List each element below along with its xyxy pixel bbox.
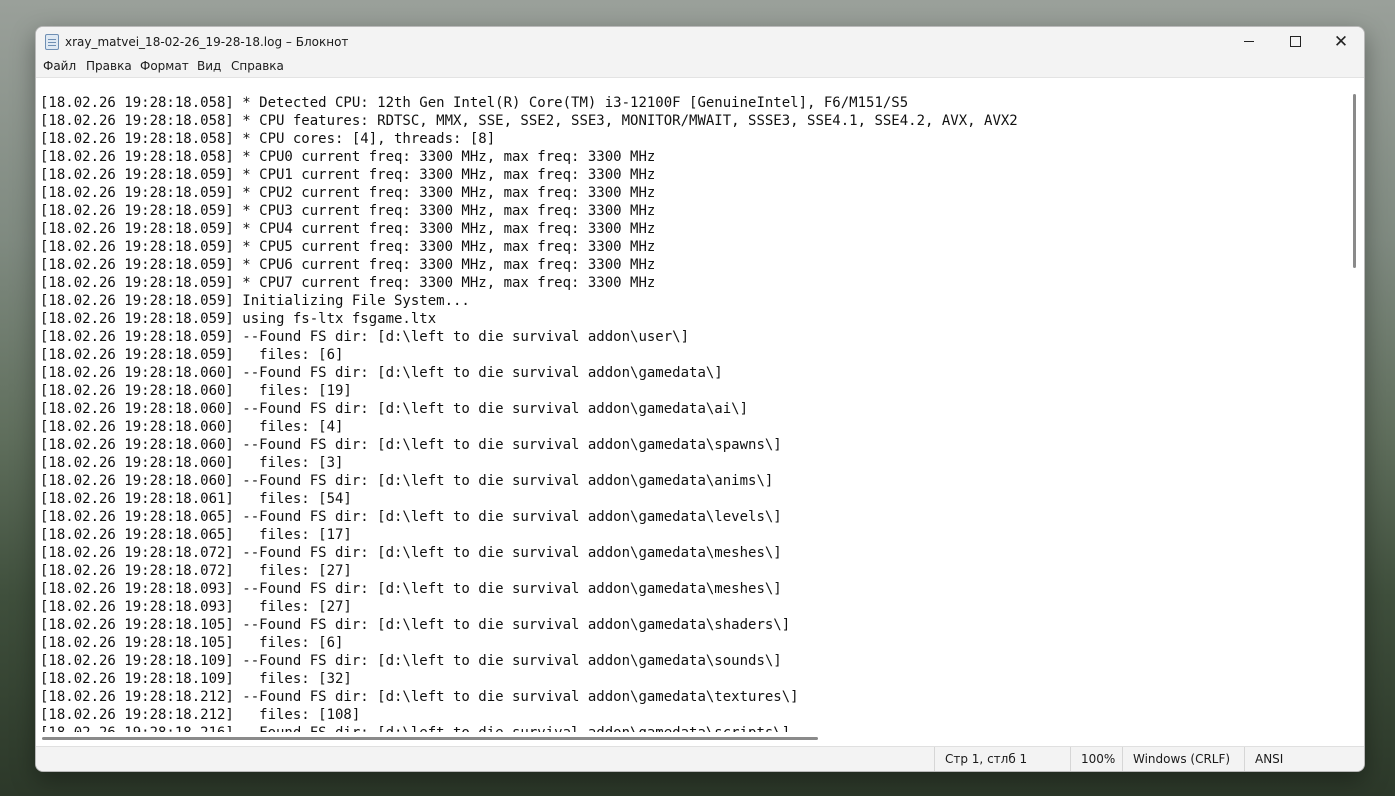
zoom-level: 100% [1070,747,1122,771]
menu-edit[interactable]: Правка [85,59,133,73]
log-line: [18.02.26 19:28:18.058] * Detected CPU: … [40,95,909,111]
close-icon: ✕ [1333,32,1349,52]
window-title: xray_matvei_18-02-26_19-28-18.log – Блок… [65,35,349,49]
log-line: [18.02.26 19:28:18.059] * CPU6 current f… [40,257,656,273]
horizontal-scroll-thumb[interactable] [42,737,818,740]
log-line: [18.02.26 19:28:18.059] * CPU7 current f… [40,275,656,291]
minimize-button[interactable] [1226,27,1272,57]
log-line: [18.02.26 19:28:18.060] --Found FS dir: … [40,473,774,489]
menu-format[interactable]: Формат [139,59,190,73]
notepad-icon [45,34,59,50]
log-line: [18.02.26 19:28:18.059] * CPU3 current f… [40,203,656,219]
log-line: [18.02.26 19:28:18.061] files: [54] [40,491,352,507]
maximize-button[interactable] [1272,27,1318,57]
log-line: [18.02.26 19:28:18.060] --Found FS dir: … [40,365,723,381]
log-line: [18.02.26 19:28:18.072] --Found FS dir: … [40,545,782,561]
log-line: [18.02.26 19:28:18.059] * CPU4 current f… [40,221,656,237]
log-line: [18.02.26 19:28:18.059] * CPU2 current f… [40,185,656,201]
log-line: [18.02.26 19:28:18.065] --Found FS dir: … [40,509,782,525]
title-bar[interactable]: xray_matvei_18-02-26_19-28-18.log – Блок… [36,27,1364,57]
log-line: [18.02.26 19:28:18.059] * CPU1 current f… [40,167,656,183]
menu-help[interactable]: Справка [230,59,285,73]
minimize-icon [1244,40,1254,42]
close-button[interactable]: ✕ [1318,27,1364,57]
log-line: [18.02.26 19:28:18.093] --Found FS dir: … [40,581,782,597]
menu-bar: Файл Правка Формат Вид Справка [36,57,1364,78]
log-line: [18.02.26 19:28:18.105] --Found FS dir: … [40,617,791,633]
encoding: ANSI [1244,747,1364,771]
log-line: [18.02.26 19:28:18.059] Initializing Fil… [40,293,470,309]
log-line: [18.02.26 19:28:18.216] --Found FS dir: … [40,724,1018,732]
vertical-scrollbar[interactable] [1347,78,1364,732]
menu-file[interactable]: Файл [42,59,77,73]
log-line: [18.02.26 19:28:18.059] files: [6] [40,347,344,363]
log-line: [18.02.26 19:28:18.060] --Found FS dir: … [40,401,749,417]
menu-view[interactable]: Вид [196,59,222,73]
log-line: [18.02.26 19:28:18.058] * CPU0 current f… [40,149,656,165]
log-line: [18.02.26 19:28:18.072] files: [27] [40,563,352,579]
log-line: [18.02.26 19:28:18.105] files: [6] [40,635,344,651]
log-line: [18.02.26 19:28:18.060] files: [4] [40,419,344,435]
log-line: [18.02.26 19:28:18.212] --Found FS dir: … [40,689,799,705]
cursor-position: Стр 1, стлб 1 [934,747,1070,771]
line-ending: Windows (CRLF) [1122,747,1244,771]
text-editor[interactable]: [18.02.26 19:28:18.058] * Detected CPU: … [36,78,1347,732]
maximize-icon [1289,35,1301,47]
editor-text[interactable]: [18.02.26 19:28:18.058] * Detected CPU: … [40,94,1018,732]
log-line: [18.02.26 19:28:18.065] files: [17] [40,527,352,543]
notepad-window: xray_matvei_18-02-26_19-28-18.log – Блок… [35,26,1365,772]
log-line: [18.02.26 19:28:18.060] files: [3] [40,455,344,471]
log-line: [18.02.26 19:28:18.058] * CPU cores: [4]… [40,131,496,147]
status-bar: Стр 1, стлб 1 100% Windows (CRLF) ANSI [36,746,1364,771]
log-line: [18.02.26 19:28:18.058] * CPU features: … [40,113,1018,129]
log-line: [18.02.26 19:28:18.060] --Found FS dir: … [40,437,782,453]
log-line: [18.02.26 19:28:18.059] using fs-ltx fsg… [40,311,437,327]
log-line: [18.02.26 19:28:18.109] --Found FS dir: … [40,653,782,669]
log-line: [18.02.26 19:28:18.212] files: [108] [40,707,361,723]
log-line: [18.02.26 19:28:18.093] files: [27] [40,599,352,615]
horizontal-scrollbar[interactable] [36,732,1347,746]
log-line: [18.02.26 19:28:18.059] * CPU5 current f… [40,239,656,255]
scrollbar-corner [1347,732,1364,746]
log-line: [18.02.26 19:28:18.060] files: [19] [40,383,352,399]
log-line: [18.02.26 19:28:18.059] --Found FS dir: … [40,329,690,345]
log-line: [18.02.26 19:28:18.109] files: [32] [40,671,352,687]
vertical-scroll-thumb[interactable] [1353,94,1356,268]
